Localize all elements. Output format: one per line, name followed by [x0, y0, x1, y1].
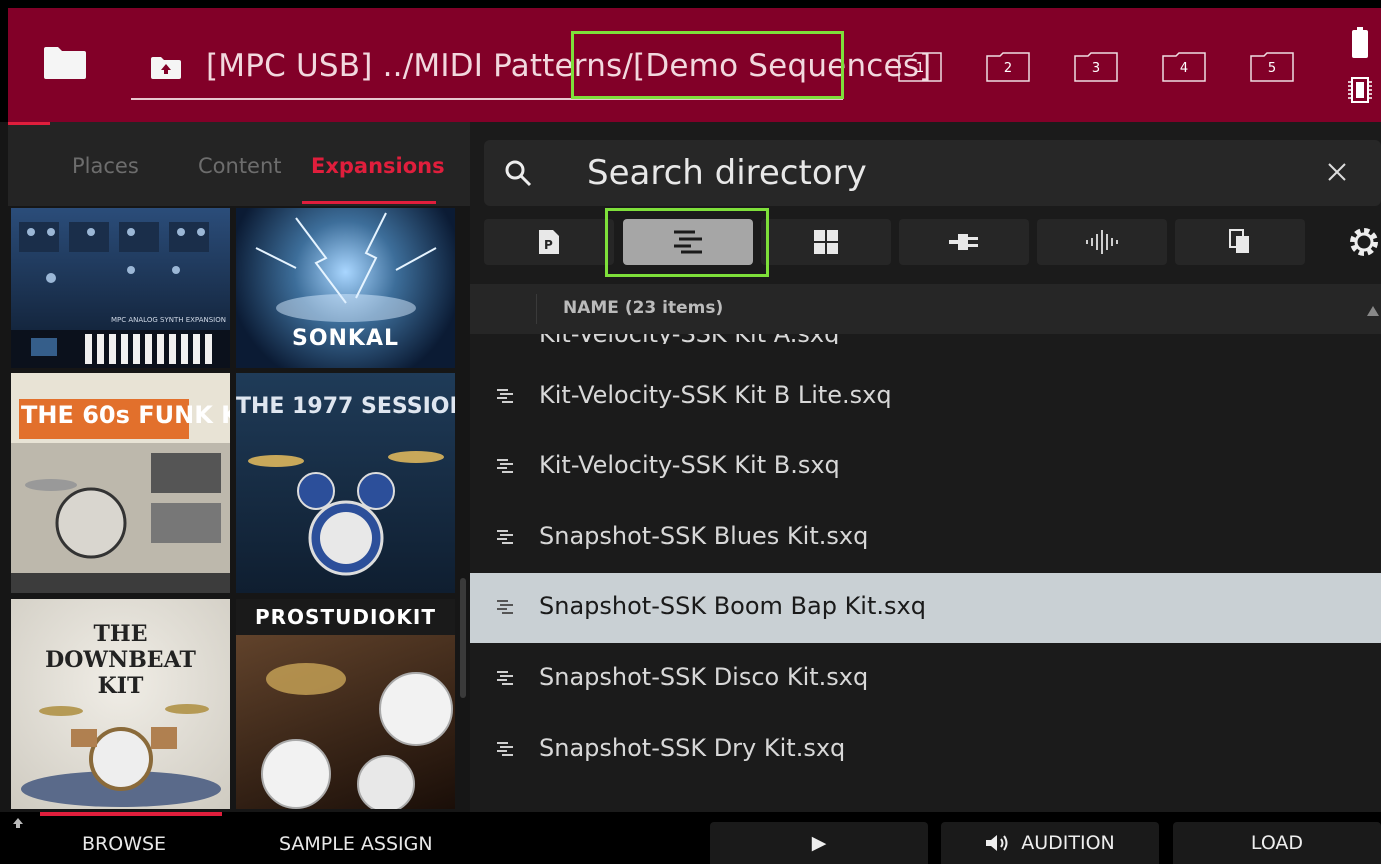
- location-slot-4[interactable]: 4: [1162, 52, 1206, 82]
- sequence-file-icon: [496, 388, 514, 408]
- tile-title: THE DOWNBEAT KIT: [45, 621, 196, 699]
- list-item-selected[interactable]: Snapshot-SSK Boom Bap Kit.sxq: [470, 573, 1381, 643]
- left-indicator: [8, 122, 50, 125]
- search-input[interactable]: Search directory: [587, 153, 867, 193]
- list-item[interactable]: Kit-Velocity-SSK Kit B Lite.sxq: [470, 362, 1381, 432]
- browse-active-indicator: [40, 812, 222, 816]
- file-name: Kit-Velocity-SSK Kit B Lite.sxq: [539, 381, 892, 409]
- tab-underline: [302, 201, 436, 204]
- slot-number: 3: [1091, 61, 1101, 76]
- program-filter-button[interactable]: P: [484, 219, 614, 265]
- list-item[interactable]: Kit-Velocity-SSK Kit B.sxq: [470, 432, 1381, 502]
- file-name: Kit-Velocity-SSK Kit B.sxq: [539, 451, 840, 479]
- sequence-file-icon: [496, 458, 514, 478]
- left-scrollbar[interactable]: [460, 578, 466, 698]
- slot-number: 4: [1179, 61, 1189, 76]
- tile-title: SONKAL: [291, 326, 400, 351]
- slot-number: 1: [915, 61, 925, 76]
- battery-icon: [1351, 27, 1369, 63]
- settings-gear-icon[interactable]: [1347, 225, 1381, 263]
- slot-number: 2: [1003, 61, 1013, 76]
- tab-expansions[interactable]: Expansions: [311, 154, 445, 178]
- list-item-partial: Kit-Velocity-SSK Kit A.sxq: [470, 334, 1381, 344]
- play-icon: ▶: [811, 832, 827, 854]
- program-file-icon: P: [539, 230, 559, 254]
- file-name: Snapshot-SSK Boom Bap Kit.sxq: [539, 592, 926, 620]
- expansion-tile-60s-funk-kit[interactable]: THE 60s FUNK KIT: [11, 373, 230, 593]
- file-name: Snapshot-SSK Dry Kit.sxq: [539, 734, 846, 762]
- storage-icon: [1347, 76, 1373, 108]
- folder-up-icon[interactable]: [150, 56, 182, 84]
- shift-arrow-icon: [12, 814, 24, 833]
- expansion-tile-prostudiokit[interactable]: PROSTUDIOKIT: [236, 599, 455, 809]
- tile-title: MPC ANALOG SYNTH EXPANSION: [111, 316, 226, 324]
- plugin-icon: [949, 234, 978, 250]
- tile-title: THE 60s FUNK KIT: [21, 401, 230, 429]
- audition-label: AUDITION: [1021, 832, 1115, 854]
- sequence-file-icon: [496, 670, 514, 690]
- slot-number: 5: [1267, 61, 1277, 76]
- audio-filter-button[interactable]: [1037, 219, 1167, 265]
- sort-ascending-icon[interactable]: [1366, 302, 1380, 321]
- filter-highlight-box: [605, 208, 769, 277]
- load-button[interactable]: LOAD: [1173, 822, 1381, 864]
- column-name-label: NAME (23 items): [563, 298, 724, 318]
- location-slot-5[interactable]: 5: [1250, 52, 1294, 82]
- search-icon: [504, 159, 534, 193]
- location-slot-1[interactable]: 1: [898, 52, 942, 82]
- tile-title: PROSTUDIOKIT: [255, 605, 436, 629]
- load-label: LOAD: [1250, 832, 1304, 854]
- sequence-file-icon: [496, 741, 514, 761]
- copy-icon: [1229, 229, 1249, 253]
- waveform-icon: [1086, 230, 1118, 254]
- expansion-tile-1977-session-kit[interactable]: THE 1977 SESSION KIT: [236, 373, 455, 593]
- play-button[interactable]: ▶: [710, 822, 928, 864]
- grid-filter-button[interactable]: [761, 219, 891, 265]
- list-item[interactable]: Snapshot-SSK Dry Kit.sxq: [470, 715, 1381, 785]
- plugin-filter-button[interactable]: [899, 219, 1029, 265]
- tab-content[interactable]: Content: [198, 154, 282, 178]
- copy-filter-button[interactable]: [1175, 219, 1305, 265]
- location-slot-2[interactable]: 2: [986, 52, 1030, 82]
- audition-button[interactable]: AUDITION: [941, 822, 1159, 864]
- folder-icon[interactable]: [43, 46, 87, 84]
- path-highlight-box: [571, 31, 844, 99]
- expansion-tile-sonkal[interactable]: SONKAL: [236, 208, 455, 368]
- expansion-tile-downbeat-kit[interactable]: THE DOWNBEAT KIT: [11, 599, 230, 809]
- list-item[interactable]: Snapshot-SSK Blues Kit.sxq: [470, 503, 1381, 573]
- speaker-icon: [986, 835, 1008, 851]
- location-slot-3[interactable]: 3: [1074, 52, 1118, 82]
- sample-assign-tab[interactable]: SAMPLE ASSIGN: [279, 833, 433, 855]
- file-name: Snapshot-SSK Disco Kit.sxq: [539, 663, 869, 691]
- file-name: Snapshot-SSK Blues Kit.sxq: [539, 522, 869, 550]
- list-item[interactable]: Snapshot-SSK Disco Kit.sxq: [470, 644, 1381, 714]
- svg-text:P: P: [544, 238, 553, 252]
- browse-tab[interactable]: BROWSE: [82, 833, 166, 855]
- expansion-tile-analog-synth[interactable]: MPC ANALOG SYNTH EXPANSION: [11, 208, 230, 368]
- sequence-file-icon: [496, 599, 514, 619]
- sequence-file-icon: [496, 529, 514, 549]
- grid-icon: [814, 230, 838, 254]
- tab-places[interactable]: Places: [72, 154, 139, 178]
- tile-title: THE 1977 SESSION KIT: [236, 394, 455, 419]
- column-separator: [536, 294, 537, 324]
- close-icon[interactable]: [1326, 161, 1348, 187]
